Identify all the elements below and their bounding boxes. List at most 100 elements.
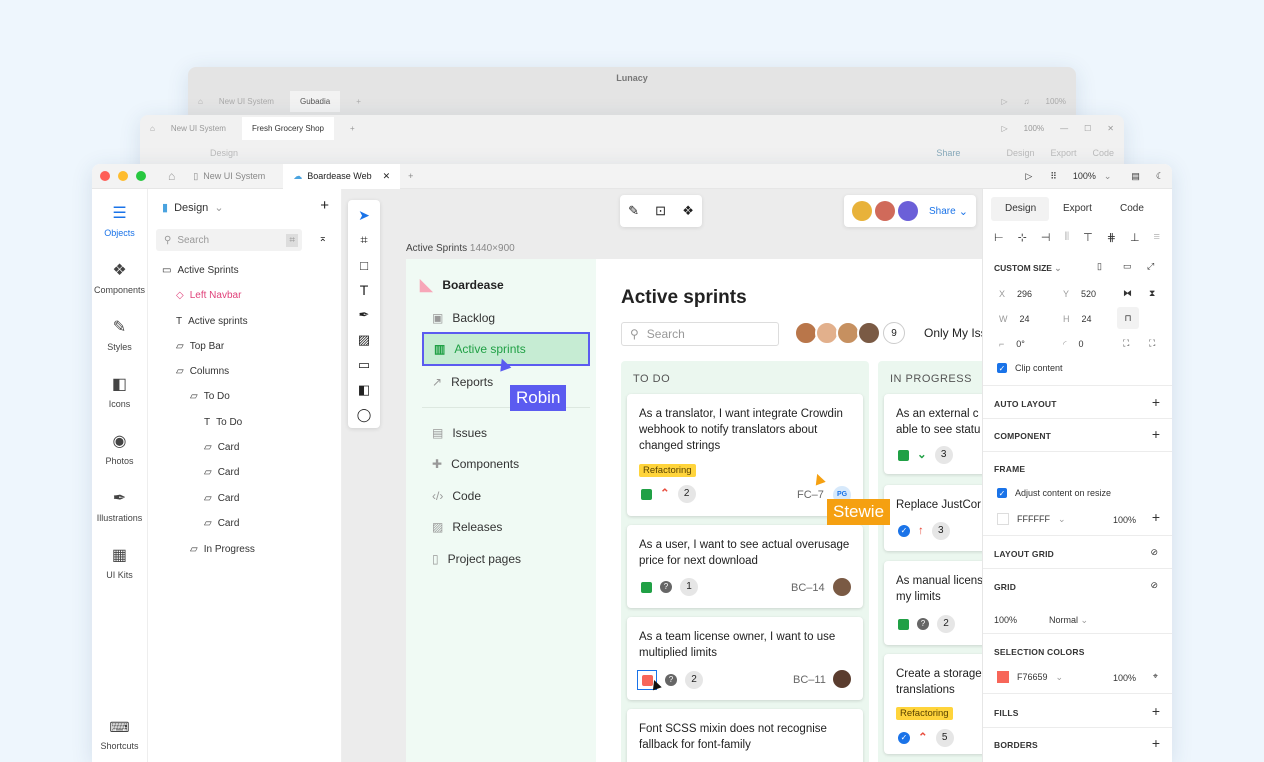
add-fills-icon[interactable]: + bbox=[1152, 703, 1160, 719]
rtab-export[interactable]: Export bbox=[1050, 148, 1076, 158]
rectangle-tool[interactable]: □ bbox=[348, 254, 380, 276]
search-input[interactable]: ⚲ Search ⌗ bbox=[156, 229, 302, 251]
field-radius[interactable]: ◜ 0 bbox=[1063, 339, 1084, 350]
rail-components[interactable]: ❖ Components bbox=[94, 260, 145, 303]
layer-active-sprints-text[interactable]: T Active sprints bbox=[176, 316, 248, 327]
independent-corners-icon[interactable]: ⛶ bbox=[1149, 338, 1155, 349]
add-border-icon[interactable]: + bbox=[1152, 735, 1160, 751]
nav-releases[interactable]: ▨ Releases bbox=[422, 510, 590, 544]
maximize-icon[interactable]: ☐ bbox=[1084, 124, 1091, 133]
issue-card[interactable]: Font SCSS mixin does not recognise fallb… bbox=[627, 709, 863, 762]
issue-card[interactable]: As a translator, I want integrate Crowdi… bbox=[627, 394, 863, 516]
assignee-avatar[interactable] bbox=[833, 670, 851, 688]
field-rotation[interactable]: ⌐ 0° bbox=[999, 339, 1025, 349]
minimize-dot[interactable] bbox=[118, 171, 128, 181]
fill-swatch[interactable] bbox=[997, 513, 1009, 525]
avatar[interactable] bbox=[852, 201, 872, 221]
comment-tool[interactable]: ◯ bbox=[348, 404, 380, 426]
align-middle-icon[interactable]: ⋕ bbox=[1107, 231, 1116, 244]
issue-card[interactable]: As a user, I want to see actual overusag… bbox=[627, 525, 863, 608]
pencil-icon[interactable]: ✎ bbox=[628, 203, 639, 219]
fit-icon[interactable]: ⤢ bbox=[1147, 261, 1154, 272]
avatar[interactable] bbox=[857, 321, 881, 345]
close-tab-icon[interactable]: ✕ bbox=[383, 171, 391, 182]
tab-export[interactable]: Export bbox=[1063, 203, 1092, 214]
pointer-tool[interactable]: ➤ bbox=[348, 204, 380, 226]
home-icon[interactable]: ⌂ bbox=[150, 124, 155, 133]
avatar[interactable] bbox=[898, 201, 918, 221]
adjust-content-checkbox[interactable]: ✓ Adjust content on resize bbox=[997, 488, 1111, 498]
component-icon[interactable]: ❖ bbox=[682, 203, 694, 219]
target-icon[interactable]: ⌖ bbox=[1153, 671, 1158, 682]
issue-card[interactable]: Replace JustCor ✓ ↑ 3 bbox=[884, 485, 982, 551]
nav-issues[interactable]: ▤ Issues bbox=[422, 416, 590, 450]
share-button[interactable]: Share bbox=[929, 206, 956, 217]
layer-card[interactable]: ▱ Card bbox=[204, 467, 239, 478]
distribute-v-icon[interactable]: ≡ bbox=[1154, 231, 1160, 244]
chevron-down-icon[interactable]: ⌄ bbox=[1104, 171, 1112, 182]
field-w[interactable]: W 24 bbox=[999, 314, 1030, 324]
layer-active-sprints[interactable]: ▭ Active Sprints bbox=[162, 265, 239, 276]
layer-card[interactable]: ▱ Card bbox=[204, 442, 239, 453]
artboard-active-sprints[interactable]: ◣ Boardease ▣ Backlog ▥ Active sprints ↗ Re… bbox=[406, 259, 987, 762]
add-tab-icon[interactable]: + bbox=[350, 124, 355, 133]
layer-to-do[interactable]: ▱ To Do bbox=[190, 391, 230, 402]
page-selector[interactable]: ▮ Design ⌄ bbox=[162, 201, 224, 215]
close-icon[interactable]: ✕ bbox=[1107, 124, 1114, 133]
rail-ui-kits[interactable]: ▦ UI Kits bbox=[106, 545, 133, 588]
issue-card[interactable]: As manual licens my limits ? 2 bbox=[884, 561, 982, 645]
grid-opacity[interactable]: 100% bbox=[994, 615, 1017, 625]
align-left-icon[interactable]: ⊢ bbox=[994, 231, 1004, 244]
grid-mode-select[interactable]: Normal ⌄ bbox=[1049, 615, 1088, 626]
fill-opacity[interactable]: 100% bbox=[1113, 515, 1136, 525]
issue-card[interactable]: As an external c able to see statu ⌄ 3 bbox=[884, 394, 982, 474]
eye-off-icon[interactable]: ⊘ bbox=[1150, 547, 1158, 558]
tab-new-ui-system[interactable]: New UI System bbox=[171, 124, 226, 133]
share-button[interactable]: Share bbox=[936, 148, 960, 158]
grid-icon[interactable]: ⠿ bbox=[1050, 171, 1057, 182]
tab-code[interactable]: Code bbox=[1120, 203, 1144, 214]
nav-backlog[interactable]: ▣ Backlog bbox=[422, 301, 590, 335]
zoom-level[interactable]: 100% bbox=[1024, 124, 1044, 133]
minimize-icon[interactable]: — bbox=[1060, 124, 1068, 133]
align-center-icon[interactable]: ⊹ bbox=[1018, 231, 1027, 244]
align-right-icon[interactable]: ⊣ bbox=[1041, 231, 1051, 244]
close-dot[interactable] bbox=[100, 171, 110, 181]
bell-icon[interactable]: ♫ bbox=[1024, 97, 1030, 106]
crop-icon[interactable]: ⊡ bbox=[655, 203, 666, 219]
tab-fresh-grocery[interactable]: Fresh Grocery Shop bbox=[241, 116, 334, 140]
add-auto-layout-icon[interactable]: + bbox=[1152, 394, 1160, 410]
layer-top-bar[interactable]: ▱ Top Bar bbox=[176, 341, 224, 352]
selection-color[interactable]: F76659 ⌄ bbox=[997, 671, 1063, 683]
rail-styles[interactable]: ✎ Styles bbox=[107, 317, 132, 360]
custom-size-select[interactable]: CUSTOM SIZE ⌄ bbox=[994, 263, 1061, 274]
board-search-input[interactable]: ⚲ Search bbox=[621, 322, 779, 346]
frame-fill[interactable]: FFFFFF ⌄ bbox=[997, 513, 1066, 525]
collapse-icon[interactable]: ⌅ bbox=[319, 233, 327, 244]
nav-project-pages[interactable]: ▯ Project pages bbox=[422, 542, 590, 576]
layer-in-progress[interactable]: ▱ In Progress bbox=[190, 544, 255, 555]
only-my-issues-filter[interactable]: Only My Iss bbox=[924, 326, 987, 340]
field-h[interactable]: H 24 bbox=[1063, 314, 1092, 324]
layer-card[interactable]: ▱ Card bbox=[204, 493, 239, 504]
filter-icon[interactable]: ⌗ bbox=[286, 233, 298, 247]
add-tab-icon[interactable]: + bbox=[408, 171, 413, 181]
zoom-level[interactable]: 100% bbox=[1073, 171, 1096, 181]
play-icon[interactable]: ▷ bbox=[1002, 124, 1008, 133]
home-icon[interactable]: ⌂ bbox=[168, 169, 175, 183]
eye-off-icon[interactable]: ⊘ bbox=[1150, 580, 1158, 591]
add-fill-icon[interactable]: + bbox=[1152, 509, 1160, 525]
text-tool[interactable]: T bbox=[348, 279, 380, 301]
rail-shortcuts[interactable]: ⌨ Shortcuts bbox=[100, 719, 138, 762]
nav-code[interactable]: ‹/› Code bbox=[422, 479, 590, 513]
canvas[interactable]: ✎ ⊡ ❖ Share ⌄ Active Sprints 1440×900 ◣ … bbox=[342, 189, 987, 762]
color-swatch[interactable] bbox=[997, 671, 1009, 683]
corners-icon[interactable]: ⛶ bbox=[1123, 338, 1129, 349]
tab-design[interactable]: Design bbox=[1005, 203, 1036, 214]
rail-objects[interactable]: ☰ Objects bbox=[104, 203, 135, 246]
rtab-code[interactable]: Code bbox=[1092, 148, 1114, 158]
avatar[interactable] bbox=[875, 201, 895, 221]
issue-card[interactable]: Create a storage translations Refactorin… bbox=[884, 654, 982, 754]
rtab-design[interactable]: Design bbox=[1006, 148, 1034, 158]
landscape-icon[interactable]: ▭ bbox=[1123, 261, 1132, 272]
